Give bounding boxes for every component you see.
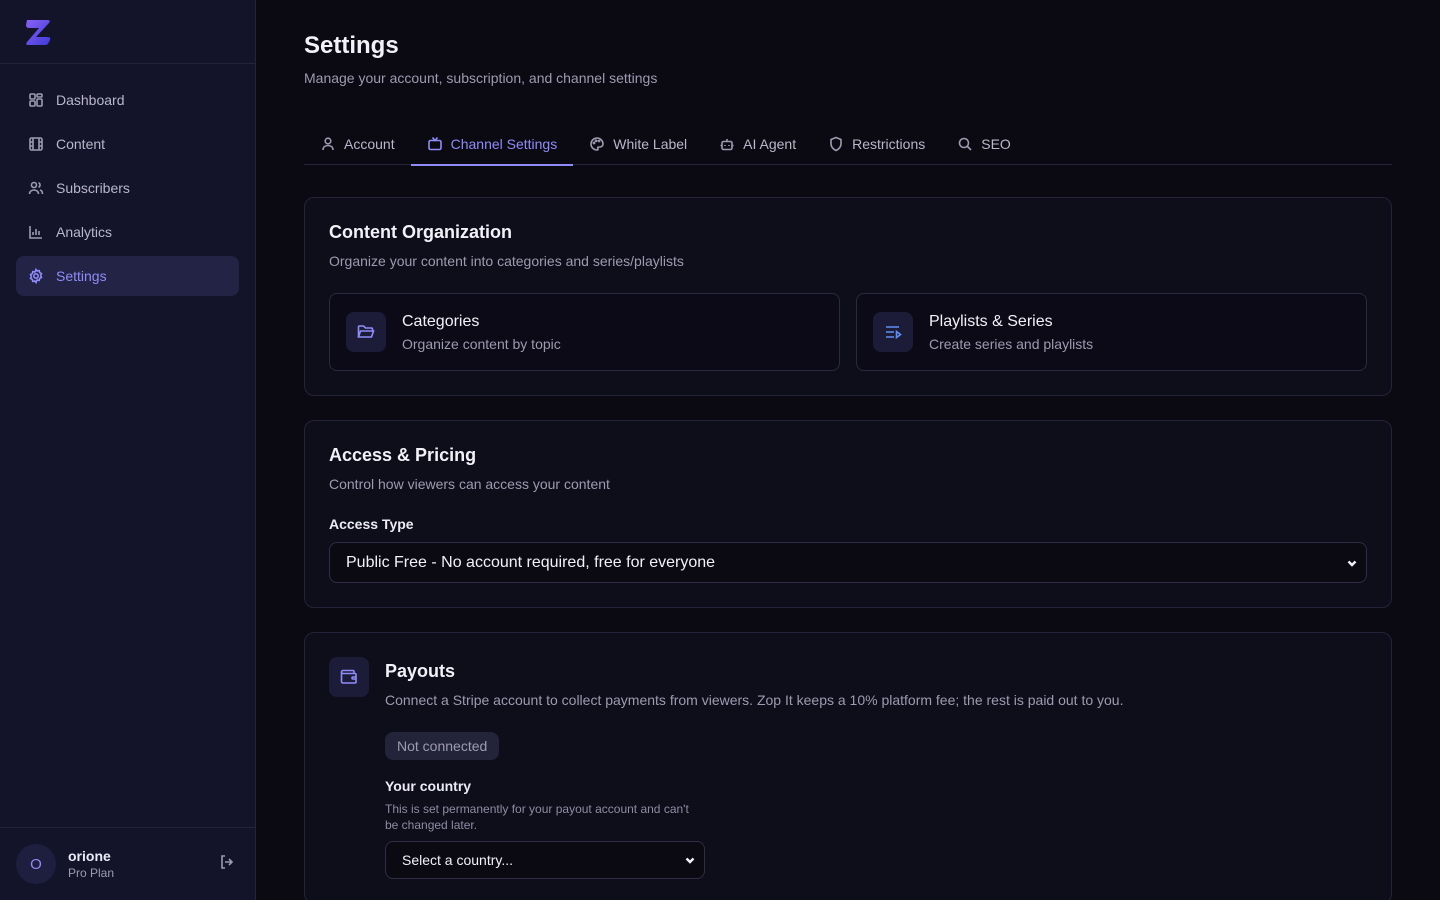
search-icon xyxy=(958,137,972,151)
tab-label: SEO xyxy=(981,135,1011,152)
access-type-label: Access Type xyxy=(329,516,414,532)
org-subtitle: Organize content by topic xyxy=(402,335,561,352)
select-value: Select a country... xyxy=(402,852,514,868)
tab-account[interactable]: Account xyxy=(304,122,411,165)
sidebar-item-dashboard[interactable]: Dashboard xyxy=(16,80,239,120)
tab-channel-settings[interactable]: Channel Settings xyxy=(410,122,574,166)
shield-icon xyxy=(830,136,842,151)
sidebar-item-analytics[interactable]: Analytics xyxy=(16,212,239,252)
tv-icon xyxy=(427,136,442,150)
app-root: Dashboard Content Subscribers Analytics … xyxy=(0,0,1440,900)
payout-body: Payouts Connect a Stripe account to coll… xyxy=(385,657,1367,879)
page-subtitle: Manage your account, subscription, and c… xyxy=(304,70,658,86)
payout-icon-wrapper xyxy=(329,657,369,697)
bot-icon xyxy=(720,138,734,150)
tab-restrictions[interactable]: Restrictions xyxy=(812,122,941,165)
chevron-down-icon xyxy=(1347,560,1357,567)
sidebar: Dashboard Content Subscribers Analytics … xyxy=(0,0,256,900)
card-description: Connect a Stripe account to collect paym… xyxy=(385,692,1124,708)
tab-white-label[interactable]: White Label xyxy=(573,122,703,165)
country-label: Your country xyxy=(385,778,472,794)
user-profile: O orione Pro Plan xyxy=(0,827,255,900)
gear-icon xyxy=(29,268,43,284)
sidebar-nav: Dashboard Content Subscribers Analytics … xyxy=(0,64,255,312)
access-type-select[interactable]: Public Free - No account required, free … xyxy=(329,542,1367,583)
page-title: Settings xyxy=(304,32,399,59)
sidebar-item-label: Subscribers xyxy=(56,180,130,196)
bar-chart-icon xyxy=(29,226,42,239)
country-select[interactable]: Select a country... xyxy=(385,841,705,879)
logout-icon xyxy=(221,855,234,869)
sidebar-item-content[interactable]: Content xyxy=(16,124,239,164)
sidebar-item-label: Analytics xyxy=(56,224,113,240)
access-pricing-card: Access & Pricing Control how viewers can… xyxy=(304,420,1392,608)
zop-logo[interactable] xyxy=(24,17,52,47)
wallet-icon xyxy=(340,669,357,684)
org-icon-wrapper xyxy=(873,312,913,352)
sidebar-item-label: Content xyxy=(56,136,106,152)
org-title: Categories xyxy=(402,312,480,330)
tab-ai-agent[interactable]: AI Agent xyxy=(703,122,812,165)
tab-label: AI Agent xyxy=(743,135,797,152)
card-description: Control how viewers can access your cont… xyxy=(329,476,610,492)
palette-icon xyxy=(590,136,605,151)
tab-label: Account xyxy=(344,135,395,152)
dashboard-icon xyxy=(29,93,43,107)
users-icon xyxy=(28,181,44,195)
tab-label: Restrictions xyxy=(852,135,926,152)
logo-area xyxy=(0,0,255,64)
film-icon xyxy=(29,137,43,151)
avatar[interactable]: O xyxy=(16,844,56,884)
content-organization-card: Content Organization Organize your conte… xyxy=(304,197,1392,396)
categories-link[interactable]: Categories Organize content by topic xyxy=(329,293,840,371)
card-title: Access & Pricing xyxy=(329,445,477,465)
org-title: Playlists & Series xyxy=(929,312,1053,330)
user-plan: Pro Plan xyxy=(68,866,115,880)
sidebar-item-settings[interactable]: Settings xyxy=(16,256,239,296)
sidebar-item-label: Dashboard xyxy=(56,92,125,108)
card-title: Payouts xyxy=(385,661,456,681)
country-help-text: This is set permanently for your payout … xyxy=(385,802,689,832)
folder-open-icon xyxy=(357,325,375,338)
chevron-down-icon xyxy=(685,857,695,864)
org-subtitle: Create series and playlists xyxy=(929,335,1094,352)
org-icon-wrapper xyxy=(346,312,386,352)
select-value: Public Free - No account required, free … xyxy=(346,553,716,571)
playlist-icon xyxy=(886,326,902,340)
payouts-card: Payouts Connect a Stripe account to coll… xyxy=(304,632,1392,900)
user-icon xyxy=(322,136,334,150)
playlists-series-link[interactable]: Playlists & Series Create series and pla… xyxy=(856,293,1367,371)
tab-label: Channel Settings xyxy=(450,135,558,152)
user-info: orione Pro Plan xyxy=(68,848,207,880)
org-grid: Categories Organize content by topic Pla… xyxy=(329,293,1367,371)
settings-tabs: Account Channel Settings White Label AI … xyxy=(304,122,1392,166)
sidebar-item-label: Settings xyxy=(56,268,107,284)
card-description: Organize your content into categories an… xyxy=(329,253,684,269)
org-text: Categories Organize content by topic xyxy=(402,313,561,352)
org-text: Playlists & Series Create series and pla… xyxy=(929,313,1093,352)
main-content: Settings Manage your account, subscripti… xyxy=(256,0,1440,900)
logout-button[interactable] xyxy=(219,854,239,874)
tab-label: White Label xyxy=(613,135,688,152)
status-badge: Not connected xyxy=(385,732,500,760)
tab-seo[interactable]: SEO xyxy=(941,122,1027,165)
card-title: Content Organization xyxy=(329,222,512,242)
sidebar-item-subscribers[interactable]: Subscribers xyxy=(16,168,239,208)
user-name: orione xyxy=(68,848,111,864)
payout-header: Payouts Connect a Stripe account to coll… xyxy=(329,657,1367,879)
